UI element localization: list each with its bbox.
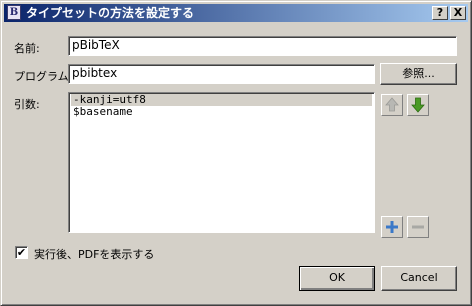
name-field[interactable]: pBibTeX (68, 36, 457, 56)
plus-icon (386, 221, 398, 233)
program-field[interactable]: pbibtex (68, 64, 375, 84)
close-button[interactable]: X (450, 6, 466, 20)
help-button[interactable]: ? (432, 6, 448, 20)
move-up-button[interactable] (381, 94, 403, 116)
arrow-down-icon (411, 97, 425, 113)
cancel-button[interactable]: Cancel (381, 266, 457, 291)
show-pdf-checkbox[interactable]: ✔ (15, 246, 28, 259)
list-item[interactable]: $basename (71, 106, 372, 118)
title-bar: B タイプセットの方法を設定する ? X (4, 4, 468, 22)
minus-icon (412, 225, 424, 229)
show-pdf-label: 実行後、PDFを表示する (34, 248, 155, 261)
arrow-up-icon (385, 97, 399, 112)
window-title: タイプセットの方法を設定する (26, 6, 195, 20)
add-arg-button[interactable] (381, 216, 403, 238)
app-icon: B (7, 5, 21, 20)
remove-arg-button[interactable] (407, 216, 429, 238)
browse-button[interactable]: 参照... (380, 63, 457, 85)
program-label: プログラム: (14, 70, 73, 83)
name-label: 名前: (14, 42, 40, 55)
args-label: 引数: (14, 98, 40, 111)
ok-button[interactable]: OK (299, 266, 375, 291)
move-down-button[interactable] (407, 94, 429, 116)
args-list[interactable]: -kanji=utf8 $basename (68, 92, 375, 233)
dialog-window: B タイプセットの方法を設定する ? X 名前: pBibTeX プログラム: … (0, 0, 472, 306)
